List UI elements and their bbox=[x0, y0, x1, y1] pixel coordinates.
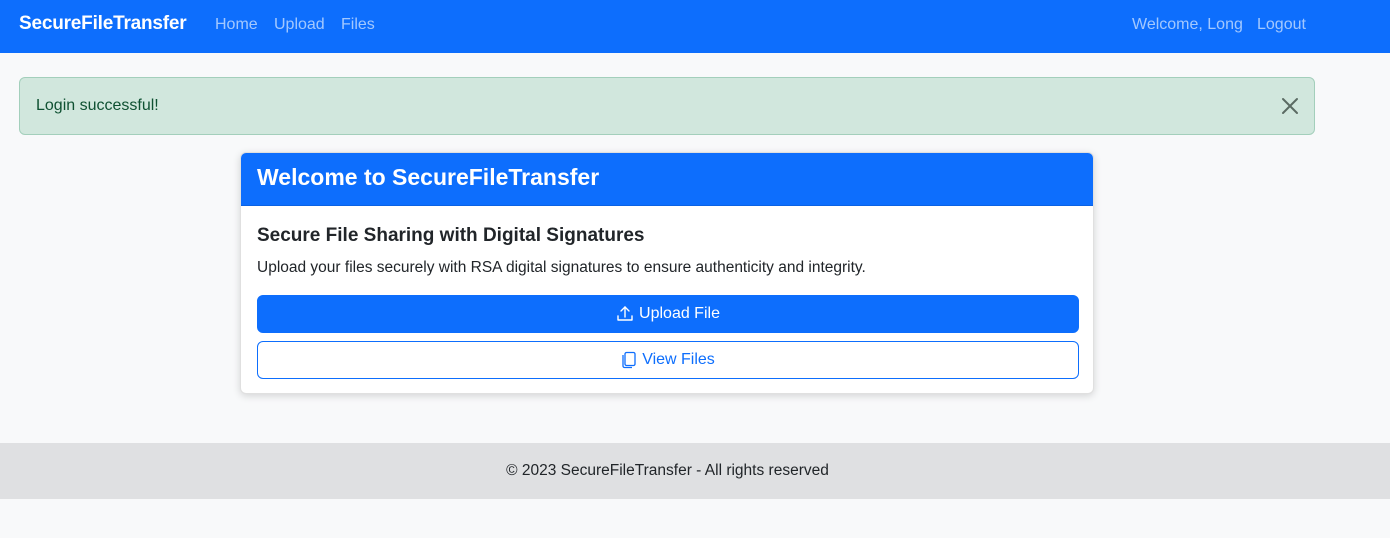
close-icon[interactable] bbox=[1281, 97, 1299, 115]
card-title: Welcome to SecureFileTransfer bbox=[257, 164, 600, 190]
nav-link-home[interactable]: Home bbox=[215, 16, 258, 34]
navbar: SecureFileTransfer Home Upload Files Wel… bbox=[0, 0, 1390, 53]
nav-link-files[interactable]: Files bbox=[341, 16, 375, 34]
footer: © 2023 SecureFileTransfer - All rights r… bbox=[0, 443, 1390, 499]
upload-file-button-label: Upload File bbox=[639, 305, 720, 322]
nav-link-upload[interactable]: Upload bbox=[274, 16, 325, 34]
success-alert: Login successful! bbox=[19, 77, 1315, 135]
upload-icon bbox=[616, 305, 639, 323]
upload-file-button[interactable]: Upload File bbox=[257, 295, 1079, 333]
welcome-user-text: Welcome, Long bbox=[1132, 16, 1243, 33]
view-files-button-label: View Files bbox=[642, 351, 715, 368]
card-header: Welcome to SecureFileTransfer bbox=[241, 153, 1093, 206]
brand-link[interactable]: SecureFileTransfer bbox=[19, 13, 187, 35]
alert-message: Login successful! bbox=[36, 97, 159, 114]
card-subtitle: Secure File Sharing with Digital Signatu… bbox=[257, 225, 645, 246]
welcome-card: Welcome to SecureFileTransfer Secure Fil… bbox=[240, 152, 1094, 394]
view-files-button[interactable]: View Files bbox=[257, 341, 1079, 379]
footer-copyright: © 2023 SecureFileTransfer - All rights r… bbox=[506, 462, 829, 479]
logout-link[interactable]: Logout bbox=[1257, 16, 1306, 34]
files-icon bbox=[621, 351, 642, 369]
card-description: Upload your files securely with RSA digi… bbox=[257, 259, 866, 276]
